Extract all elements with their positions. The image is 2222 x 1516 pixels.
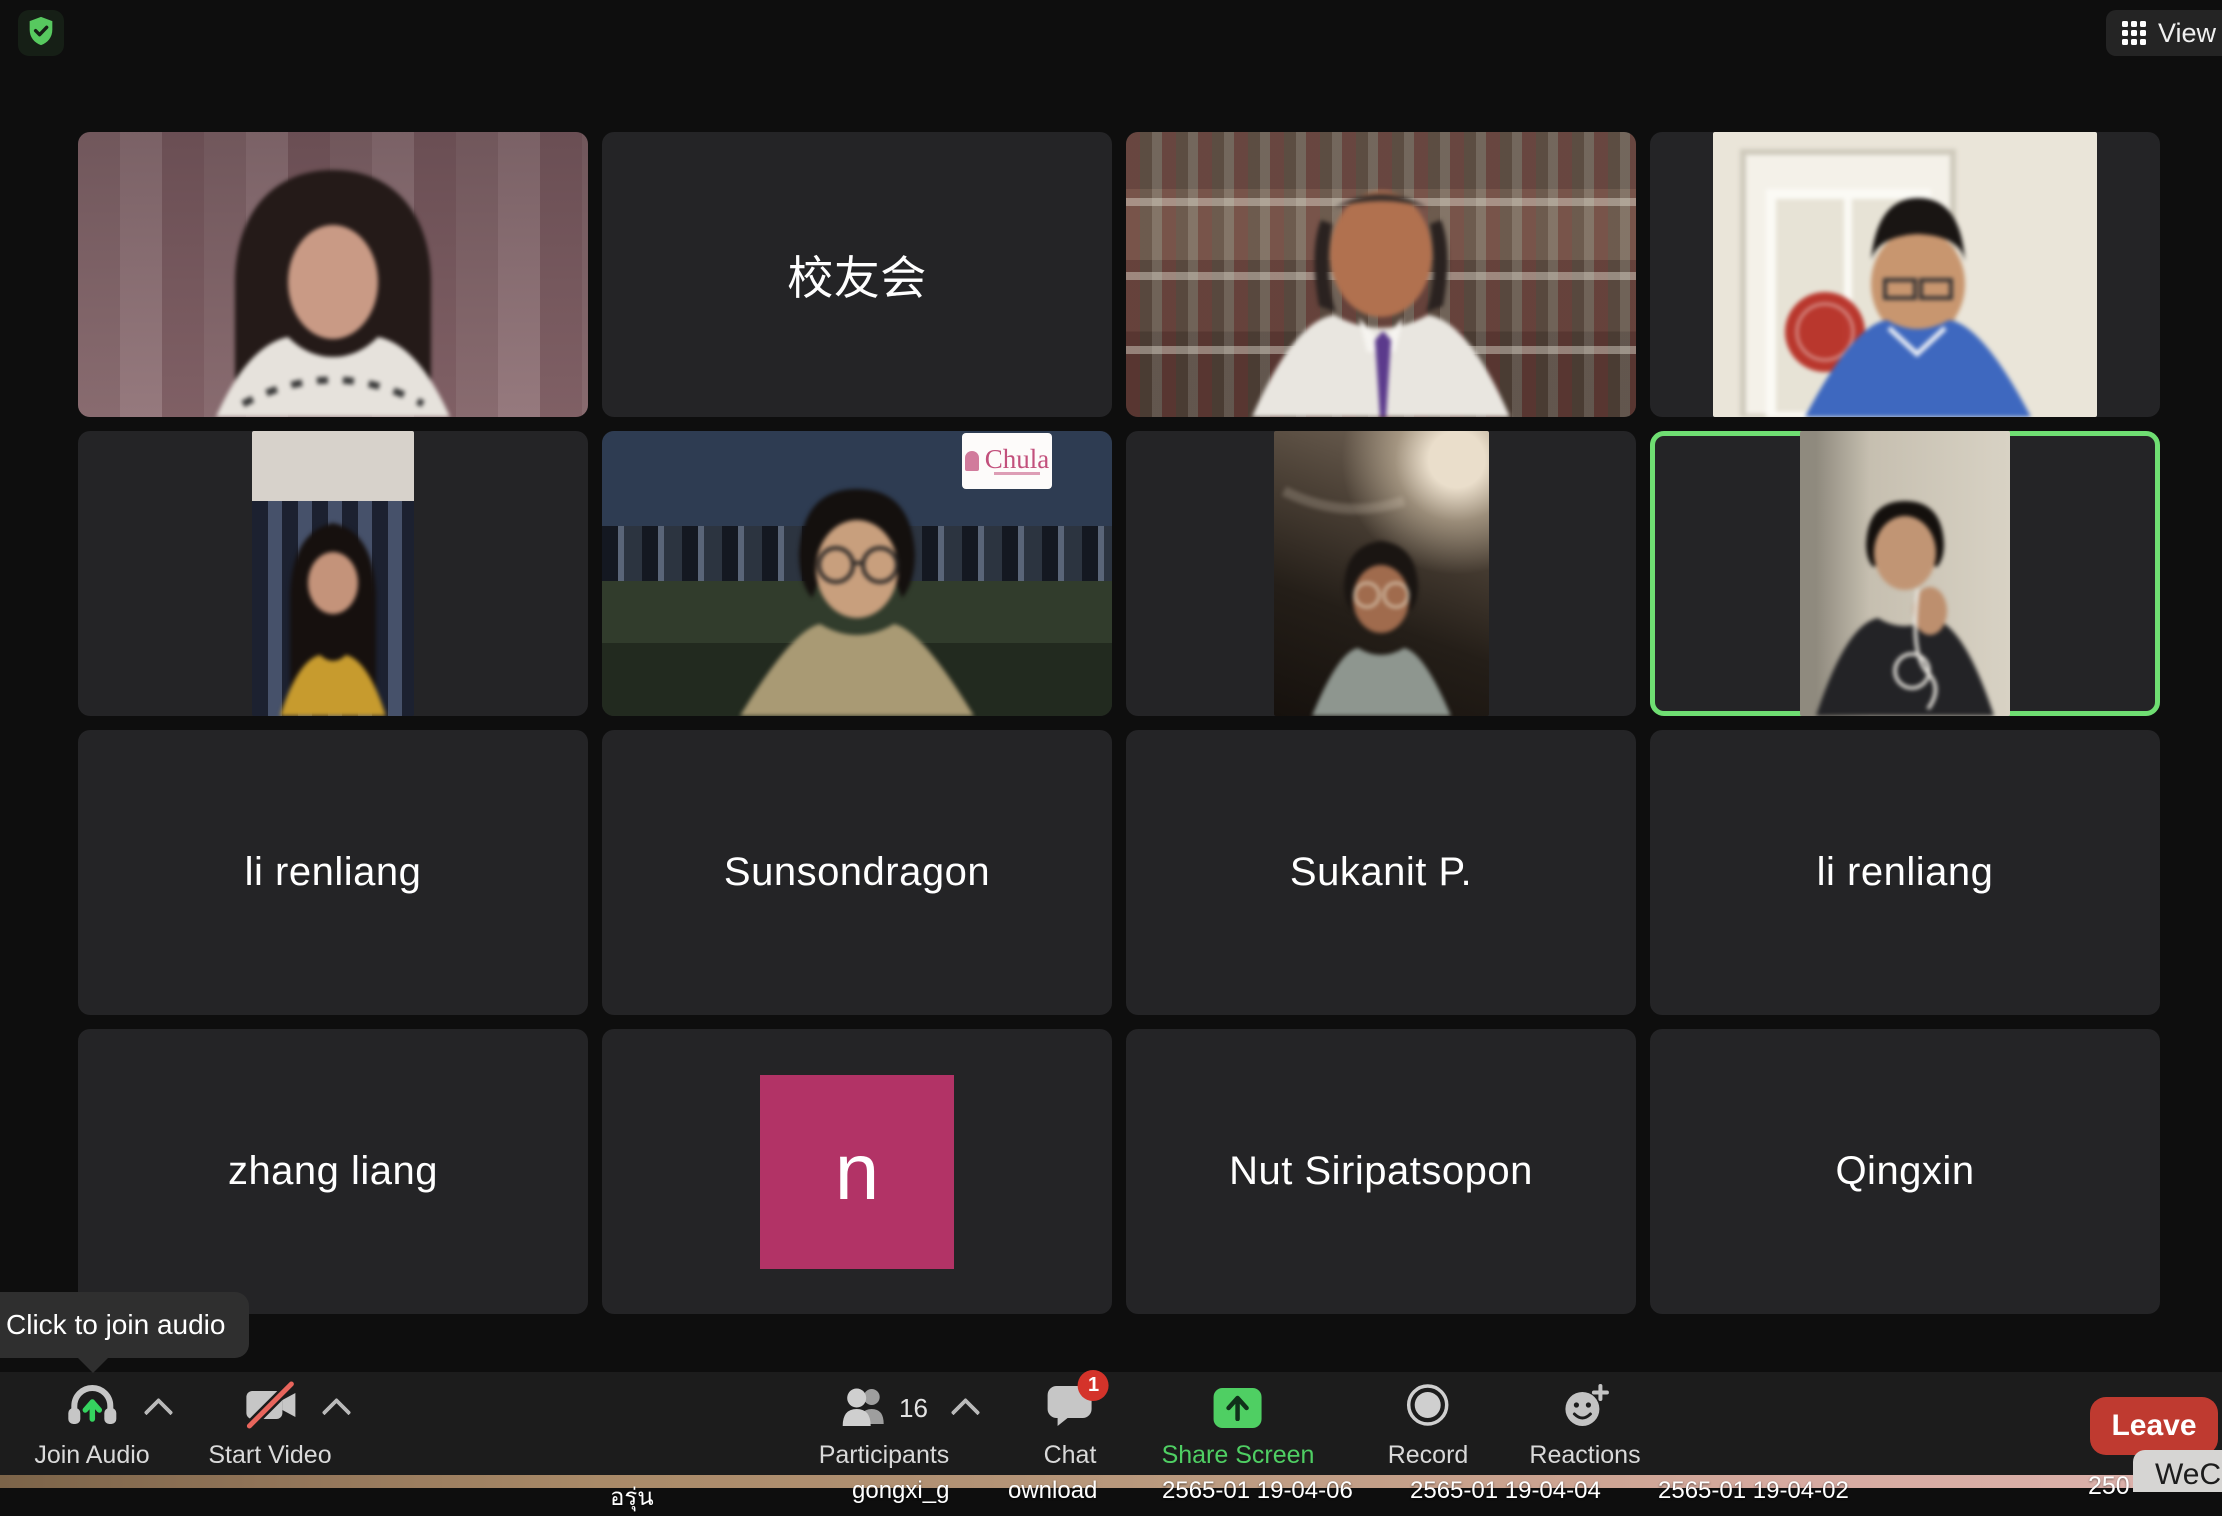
avatar-tile-participant-14[interactable]: n xyxy=(602,1029,1112,1314)
desktop-file-label: 2565-01 19-04-02 xyxy=(1658,1477,1849,1505)
name-tile-participant-10[interactable]: Sunsondragon xyxy=(602,730,1112,1015)
participant-name: Qingxin xyxy=(1835,1149,1974,1194)
reactions-button[interactable]: Reactions xyxy=(1529,1384,1640,1470)
participant-name: Sunsondragon xyxy=(724,850,990,895)
participant-name: 校友会 xyxy=(787,242,927,308)
record-button[interactable]: Record xyxy=(1388,1384,1469,1470)
video-camera-off-icon xyxy=(242,1381,298,1436)
desktop-partial-text: 250 xyxy=(2088,1472,2130,1501)
chula-logo: Chula xyxy=(962,433,1052,489)
video-tile-participant-5[interactable] xyxy=(78,431,588,716)
join-audio-button[interactable]: Join Audio xyxy=(34,1384,149,1470)
video-tile-participant-7[interactable] xyxy=(1126,431,1636,716)
participant-video-placeholder xyxy=(1126,132,1636,417)
participant-name: zhang liang xyxy=(228,1149,438,1194)
desktop-file-label: 2565-01 19-04-06 xyxy=(1162,1477,1353,1505)
participant-video-placeholder xyxy=(78,132,588,417)
participant-video-placeholder: Chula xyxy=(602,431,1112,716)
start-video-button[interactable]: Start Video xyxy=(208,1384,331,1470)
wechat-window-corner[interactable]: WeC xyxy=(2133,1450,2222,1492)
record-icon xyxy=(1405,1382,1451,1435)
participants-button[interactable]: 16 Participants xyxy=(819,1384,950,1470)
name-tile-participant-13[interactable]: zhang liang xyxy=(78,1029,588,1314)
desktop-file-label: 2565-01 19-04-04 xyxy=(1410,1477,1601,1505)
participants-count: 16 xyxy=(899,1393,928,1424)
view-button[interactable]: View xyxy=(2106,10,2222,56)
name-tile-participant-11[interactable]: Sukanit P. xyxy=(1126,730,1636,1015)
gallery-grid-icon xyxy=(2122,21,2146,45)
name-tile-participant-2[interactable]: 校友会 xyxy=(602,132,1112,417)
participant-name: li renliang xyxy=(245,850,422,895)
meeting-security-button[interactable] xyxy=(18,10,64,56)
join-audio-label: Join Audio xyxy=(34,1441,149,1470)
video-tile-participant-6[interactable]: Chula xyxy=(602,431,1112,716)
participant-video-placeholder xyxy=(1713,132,2097,417)
participants-icon xyxy=(840,1384,890,1433)
participants-label: Participants xyxy=(819,1441,950,1470)
desktop-background-strip: อรุ่น gongxi_g ownload 2565-01 19-04-06 … xyxy=(0,1475,2222,1488)
video-tile-participant-8-active-speaker[interactable] xyxy=(1650,431,2160,716)
participant-gallery: 校友会 xyxy=(78,132,2160,1314)
avatar-initial: n xyxy=(835,1126,880,1218)
participant-video-placeholder xyxy=(1800,431,2010,716)
video-tile-participant-1[interactable] xyxy=(78,132,588,417)
tooltip-text: Click to join audio xyxy=(6,1309,225,1341)
name-tile-participant-16[interactable]: Qingxin xyxy=(1650,1029,2160,1314)
chat-label: Chat xyxy=(1044,1441,1097,1470)
name-tile-participant-12[interactable]: li renliang xyxy=(1650,730,2160,1015)
chula-emblem-icon xyxy=(965,451,979,471)
desktop-file-label: ownload xyxy=(1008,1477,1097,1505)
share-screen-label: Share Screen xyxy=(1162,1441,1315,1470)
name-tile-participant-9[interactable]: li renliang xyxy=(78,730,588,1015)
participant-video-placeholder xyxy=(252,431,414,716)
reactions-smiley-icon xyxy=(1560,1382,1610,1435)
start-video-label: Start Video xyxy=(208,1441,331,1470)
share-screen-icon xyxy=(1214,1388,1262,1428)
view-button-label: View xyxy=(2158,18,2216,49)
share-screen-button[interactable]: Share Screen xyxy=(1162,1384,1315,1470)
wechat-window-label: WeC xyxy=(2155,1458,2221,1492)
chat-button[interactable]: 1 Chat xyxy=(1044,1384,1097,1470)
video-tile-participant-3[interactable] xyxy=(1126,132,1636,417)
chat-unread-badge: 1 xyxy=(1078,1370,1109,1401)
participant-name: Sukanit P. xyxy=(1290,850,1472,895)
chat-bubble-icon: 1 xyxy=(1047,1384,1093,1433)
reactions-label: Reactions xyxy=(1529,1441,1640,1470)
name-tile-participant-15[interactable]: Nut Siripatsopon xyxy=(1126,1029,1636,1314)
avatar: n xyxy=(760,1075,954,1269)
video-tile-participant-4[interactable] xyxy=(1650,132,2160,417)
desktop-file-label: อรุ่น xyxy=(610,1477,654,1516)
desktop-file-label: gongxi_g xyxy=(852,1477,949,1505)
join-audio-tooltip: Click to join audio xyxy=(0,1292,249,1358)
leave-button[interactable]: Leave xyxy=(2090,1397,2218,1455)
participant-video-placeholder xyxy=(1274,431,1489,716)
chula-logo-label: Chula xyxy=(985,448,1050,470)
leave-button-label: Leave xyxy=(2111,1409,2196,1443)
participant-name: li renliang xyxy=(1817,850,1994,895)
shield-check-icon xyxy=(24,14,58,53)
headphones-icon xyxy=(66,1381,118,1436)
participant-name: Nut Siripatsopon xyxy=(1229,1149,1533,1194)
record-label: Record xyxy=(1388,1441,1469,1470)
